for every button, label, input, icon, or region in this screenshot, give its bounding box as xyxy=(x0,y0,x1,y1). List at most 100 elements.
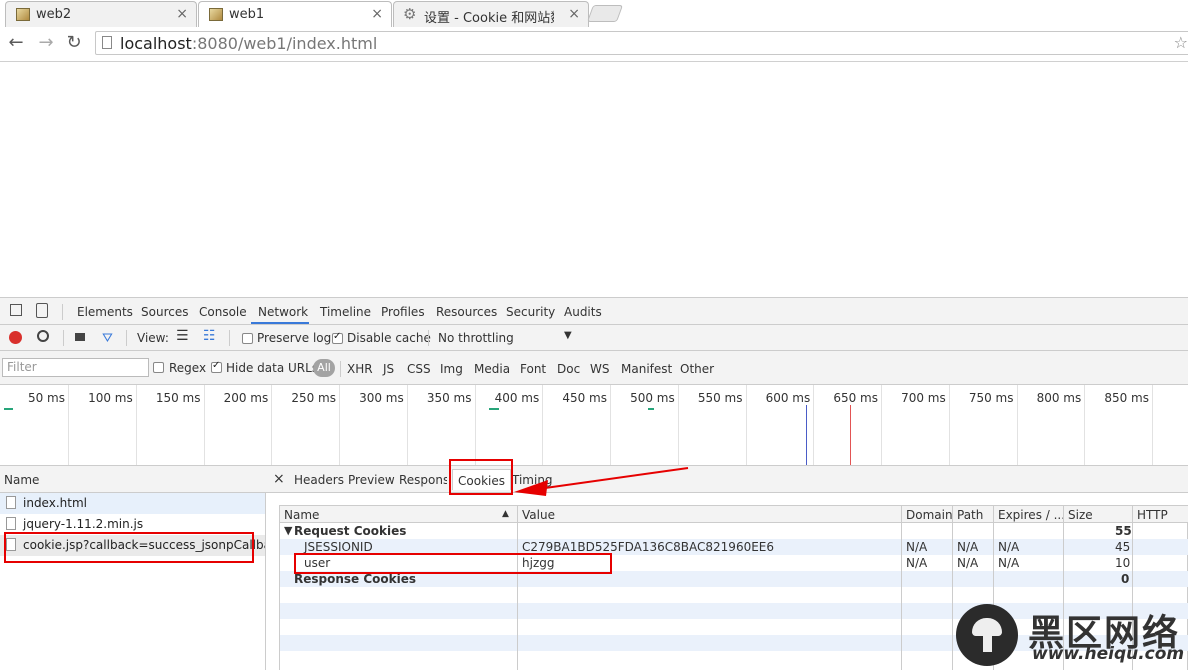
back-icon[interactable]: ← xyxy=(6,32,26,53)
cookies-table-header: Name ▲ Value Domain Path Expires / ... S… xyxy=(280,506,1188,523)
timeline-overview[interactable]: 50 ms 100 ms 150 ms 200 ms 250 ms 300 ms 350 m… xyxy=(0,385,1188,466)
filter-icon[interactable]: ⛛ xyxy=(102,331,113,346)
clear-icon[interactable] xyxy=(37,330,49,342)
timeline-gridline xyxy=(1016,385,1018,465)
timeline-tick-label: 50 ms xyxy=(27,391,65,405)
request-bar xyxy=(4,408,13,410)
filter-doc[interactable]: Doc xyxy=(557,362,580,376)
timeline-tick-label: 350 ms xyxy=(426,391,472,405)
tab-network[interactable]: Network xyxy=(258,305,308,319)
filter-font[interactable]: Font xyxy=(520,362,546,376)
close-detail-icon[interactable]: × xyxy=(273,471,285,487)
filter-all-button[interactable]: All xyxy=(313,359,335,377)
inspect-element-icon[interactable] xyxy=(10,304,22,316)
filter-other[interactable]: Other xyxy=(680,362,714,376)
request-cookies-group[interactable]: ▼ Request Cookies 55 xyxy=(280,523,1188,539)
timeline-gridline xyxy=(135,385,137,465)
view-label: View: xyxy=(137,331,169,345)
tab-response[interactable]: Response xyxy=(399,473,447,487)
expand-triangle-icon[interactable]: ▼ xyxy=(284,524,292,537)
forward-icon[interactable]: → xyxy=(36,32,56,53)
col-name[interactable]: Name xyxy=(284,508,319,522)
cookie-name: JSESSIONID xyxy=(304,540,373,554)
group-size: 55 xyxy=(1115,524,1132,538)
disable-cache-label: Disable cache xyxy=(347,331,431,345)
annotation-box-request xyxy=(4,532,254,563)
filter-manifest[interactable]: Manifest xyxy=(621,362,672,376)
watermark-url: www.heiqu.com xyxy=(1032,644,1185,664)
requests-header: Name xyxy=(0,466,266,493)
close-tab-icon[interactable]: × xyxy=(371,6,383,22)
filter-media[interactable]: Media xyxy=(474,362,510,376)
annotation-box-cookies-tab xyxy=(449,459,513,495)
filter-xhr[interactable]: XHR xyxy=(347,362,373,376)
timeline-tick-label: 450 ms xyxy=(562,391,607,405)
browser-tab-web2[interactable]: web2 × xyxy=(5,1,197,27)
col-path[interactable]: Path xyxy=(957,508,983,522)
cookie-expires: N/A xyxy=(998,540,1020,554)
tab-headers[interactable]: Headers xyxy=(294,473,344,487)
request-row[interactable]: index.html xyxy=(0,493,265,514)
group-size: 0 xyxy=(1121,572,1130,586)
close-tab-icon[interactable]: × xyxy=(176,6,188,22)
overview-icon[interactable]: ☷ xyxy=(203,328,216,344)
cookie-path: N/A xyxy=(957,540,979,554)
filter-img[interactable]: Img xyxy=(440,362,463,376)
tab-audits[interactable]: Audits xyxy=(564,305,602,319)
timeline-gridline xyxy=(677,385,679,465)
filter-input[interactable]: Filter xyxy=(2,358,149,377)
gear-icon: ⚙ xyxy=(403,5,417,23)
timeline-gridline xyxy=(948,385,950,465)
browser-tab-web1[interactable]: web1 × xyxy=(198,1,392,27)
bookmark-star-icon[interactable]: ☆ xyxy=(1174,33,1188,52)
cookie-size: 45 xyxy=(1115,540,1131,554)
col-expires[interactable]: Expires / ... xyxy=(998,508,1065,522)
tab-sources[interactable]: Sources xyxy=(141,305,188,319)
request-name: index.html xyxy=(23,496,87,510)
address-bar[interactable]: localhost:8080/web1/index.html ☆ xyxy=(95,31,1188,55)
timeline-tick-label: 550 ms xyxy=(697,391,743,405)
col-value[interactable]: Value xyxy=(522,508,555,522)
tab-security[interactable]: Security xyxy=(506,305,555,319)
col-domain[interactable]: Domain xyxy=(906,508,953,522)
reload-icon[interactable]: ↻ xyxy=(64,32,84,53)
chevron-down-icon[interactable]: ▼ xyxy=(564,330,572,341)
name-column-header[interactable]: Name xyxy=(4,473,39,487)
device-mode-icon[interactable] xyxy=(36,303,48,318)
preserve-log-checkbox[interactable] xyxy=(242,333,253,344)
large-rows-icon[interactable]: ☰ xyxy=(176,328,189,344)
sort-ascending-icon: ▲ xyxy=(502,509,509,519)
hide-data-urls-checkbox[interactable] xyxy=(211,360,222,373)
filter-js[interactable]: JS xyxy=(383,362,394,376)
selected-tab-indicator xyxy=(251,322,309,324)
tab-console[interactable]: Console xyxy=(199,305,247,319)
tab-timeline[interactable]: Timeline xyxy=(320,305,371,319)
tab-preview[interactable]: Preview xyxy=(348,473,395,487)
col-http[interactable]: HTTP xyxy=(1137,508,1168,522)
network-toolbar: ⛛ View: ☰ ☷ Preserve log Disable cache N… xyxy=(0,325,1188,351)
record-icon[interactable] xyxy=(9,331,22,344)
timeline-tick-label: 100 ms xyxy=(88,391,133,405)
timeline-tick-label: 600 ms xyxy=(765,391,811,405)
cookie-expires: N/A xyxy=(998,556,1020,570)
filter-ws[interactable]: WS xyxy=(590,362,609,376)
filter-css[interactable]: CSS xyxy=(407,362,431,376)
throttling-select[interactable]: No throttling xyxy=(438,331,514,345)
tab-elements[interactable]: Elements xyxy=(77,305,133,319)
timeline-tick-label: 500 ms xyxy=(630,391,675,405)
col-size[interactable]: Size xyxy=(1068,508,1093,522)
timeline-gridline xyxy=(406,385,408,465)
new-tab-button[interactable] xyxy=(586,5,624,22)
tab-profiles[interactable]: Profiles xyxy=(381,305,425,319)
timeline-tick-label: 700 ms xyxy=(901,391,946,405)
disable-cache-checkbox[interactable] xyxy=(332,331,343,344)
tab-resources[interactable]: Resources xyxy=(436,305,497,319)
request-bar xyxy=(648,408,654,410)
regex-checkbox[interactable] xyxy=(153,362,164,373)
timeline-gridline xyxy=(474,385,476,465)
capture-screenshots-icon[interactable] xyxy=(75,333,85,341)
close-tab-icon[interactable]: × xyxy=(568,6,580,22)
browser-tab-settings[interactable]: ⚙ 设置 - Cookie 和网站数据 × xyxy=(393,1,589,27)
preserve-log-label: Preserve log xyxy=(257,331,332,345)
timeline-gridline xyxy=(1084,385,1086,465)
